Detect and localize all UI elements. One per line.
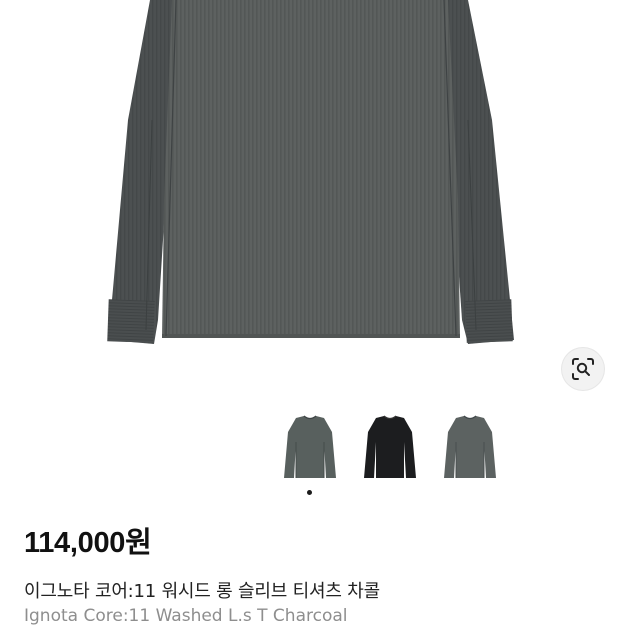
image-search-icon (572, 358, 594, 380)
tshirt-thumbnail-image (444, 415, 496, 478)
product-name-korean: 이그노타 코어:11 워시드 롱 슬리브 티셔츠 차콜 (24, 581, 380, 602)
product-hero-image[interactable] (0, 0, 620, 395)
thumbnail-charcoal-front[interactable] (280, 412, 340, 482)
gallery-page-indicator (307, 490, 312, 495)
tshirt-thumbnail-image (284, 415, 336, 478)
longsleeve-tshirt-image (107, 0, 514, 344)
product-price: 114,000원 (24, 527, 152, 559)
thumbnail-charcoal-alt[interactable] (440, 412, 500, 482)
thumbnail-strip (0, 412, 620, 482)
product-name-english: Ignota Core:11 Washed L.s T Charcoal (24, 606, 348, 626)
image-search-button[interactable] (562, 348, 604, 390)
thumbnail-black-front[interactable] (360, 412, 420, 482)
tshirt-thumbnail-image (364, 415, 416, 478)
